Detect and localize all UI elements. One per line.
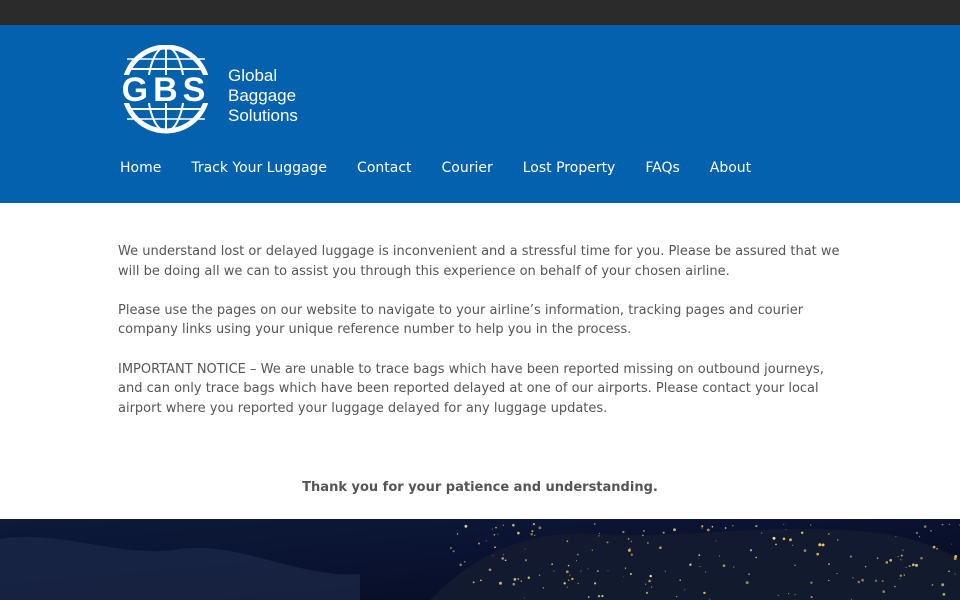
top-bar [0, 0, 960, 25]
nav-home[interactable]: Home [120, 160, 161, 176]
logo-letters: GBS [122, 71, 211, 109]
nav-contact[interactable]: Contact [357, 160, 411, 176]
nav-faqs[interactable]: FAQs [645, 160, 679, 176]
brand-name-line-2: Baggage [228, 86, 297, 105]
night-earth-banner [0, 519, 960, 600]
nav-courier[interactable]: Courier [442, 160, 493, 176]
thanks-message: Thank you for your patience and understa… [302, 480, 658, 495]
site-header: GBS Global Baggage Solutions Home Track … [0, 25, 960, 203]
main-nav: Home Track Your Luggage Contact Courier … [120, 160, 781, 176]
navigation-paragraph: Please use the pages on our website to n… [118, 302, 804, 338]
nav-track-your-luggage[interactable]: Track Your Luggage [191, 160, 327, 176]
nav-lost-property[interactable]: Lost Property [523, 160, 616, 176]
brand-name-line-3: Solutions [228, 106, 298, 125]
brand-name-line-1: Global [228, 66, 278, 85]
nav-about[interactable]: About [710, 160, 751, 176]
important-notice-paragraph: IMPORTANT NOTICE – We are unable to trac… [118, 361, 824, 416]
main-content: We understand lost or delayed luggage is… [118, 242, 844, 438]
intro-paragraph: We understand lost or delayed luggage is… [118, 244, 840, 279]
brand-name: Global Baggage Solutions [228, 66, 298, 126]
